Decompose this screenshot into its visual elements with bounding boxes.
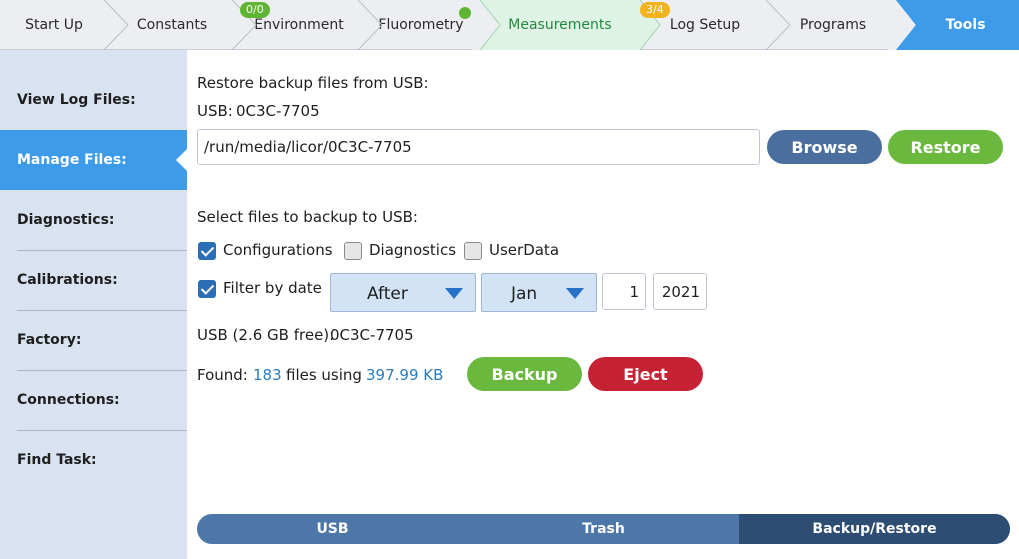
sidebar-item-label: Find Task:	[17, 452, 97, 468]
usb-free-label: USB (2.6 GB free):	[197, 326, 335, 344]
year-input[interactable]	[653, 273, 707, 310]
fluorometry-status-dot-icon	[459, 7, 471, 19]
eject-button[interactable]: Eject	[588, 357, 703, 391]
sidebar-item-calibrations[interactable]: Calibrations:	[0, 250, 187, 310]
configurations-checkbox[interactable]	[198, 242, 216, 260]
workflow-tab-bar: Start Up Constants Environment Fluoromet…	[0, 0, 1019, 50]
sidebar-item-label: Manage Files:	[17, 152, 127, 168]
active-item-pointer-icon	[176, 149, 187, 171]
sidebar-item-manage-files[interactable]: Manage Files:	[0, 130, 187, 190]
tab-measurements[interactable]: Measurements	[480, 0, 640, 50]
tab-programs[interactable]: Programs	[770, 0, 896, 50]
userdata-label: UserData	[489, 241, 560, 259]
tab-trash[interactable]: Trash	[468, 514, 739, 544]
tab-label: Fluorometry	[378, 17, 464, 33]
tab-constants[interactable]: Constants	[108, 0, 236, 50]
backup-button[interactable]: Backup	[467, 357, 582, 391]
sidebar-item-find-task[interactable]: Find Task:	[0, 430, 187, 490]
restore-usb-id: 0C3C-7705	[236, 102, 320, 120]
sidebar-item-label: Connections:	[17, 392, 120, 408]
backup-button-label: Backup	[491, 364, 558, 384]
filter-by-date-label: Filter by date	[223, 279, 322, 297]
tab-tools[interactable]: Tools	[896, 0, 1019, 50]
sidebar-item-label: View Log Files:	[17, 92, 136, 108]
tab-label: Constants	[136, 17, 208, 33]
date-direction-dropdown[interactable]: After	[330, 273, 476, 312]
restore-usb-label: USB:	[197, 102, 233, 120]
month-dropdown[interactable]: Jan	[481, 273, 597, 312]
restore-button-label: Restore	[910, 137, 981, 157]
filter-by-date-checkbox[interactable]	[198, 280, 216, 298]
day-input[interactable]	[602, 273, 646, 310]
sidebar-item-connections[interactable]: Connections:	[0, 370, 187, 430]
sidebar-item-label: Factory:	[17, 332, 82, 348]
usb-free-id: 0C3C-7705	[330, 326, 414, 344]
tab-label: Log Setup	[669, 17, 741, 33]
restore-heading: Restore backup files from USB:	[197, 74, 429, 92]
date-direction-value: After	[367, 284, 408, 304]
diagnostics-label: Diagnostics	[369, 241, 457, 259]
sidebar-item-factory[interactable]: Factory:	[0, 310, 187, 370]
diagnostics-checkbox[interactable]	[344, 242, 362, 260]
log-setup-status-badge: 3/4	[640, 2, 670, 18]
tab-label: Programs	[799, 17, 867, 33]
backup-heading: Select files to backup to USB:	[197, 208, 418, 226]
tab-label: Measurements	[508, 17, 612, 33]
browse-button[interactable]: Browse	[767, 130, 882, 164]
tab-label: Start Up	[25, 17, 83, 33]
sidebar-item-diagnostics[interactable]: Diagnostics:	[0, 190, 187, 250]
sidebar-item-label: Calibrations:	[17, 272, 118, 288]
month-value: Jan	[511, 284, 538, 304]
files-using-label: files using	[286, 366, 362, 384]
tab-start-up[interactable]: Start Up	[0, 0, 108, 50]
userdata-checkbox[interactable]	[464, 242, 482, 260]
tab-backup-restore[interactable]: Backup/Restore	[739, 514, 1010, 544]
found-count: 183	[253, 366, 282, 384]
tab-label: Backup/Restore	[812, 521, 937, 537]
tab-label: Trash	[582, 521, 625, 537]
chevron-down-icon	[566, 288, 584, 299]
restore-path-input[interactable]	[197, 129, 760, 165]
sidebar-item-label: Diagnostics:	[17, 212, 115, 228]
tab-label: Environment	[254, 17, 344, 33]
eject-button-label: Eject	[623, 364, 668, 384]
tab-label: Tools	[945, 17, 986, 33]
configurations-label: Configurations	[223, 241, 333, 259]
found-size: 397.99 KB	[366, 366, 444, 384]
sidebar-item-view-log-files[interactable]: View Log Files:	[0, 70, 187, 130]
found-label: Found:	[197, 366, 248, 384]
sidebar: View Log Files: Manage Files: Diagnostic…	[0, 50, 187, 559]
tab-label: USB	[316, 521, 349, 537]
restore-button[interactable]: Restore	[888, 130, 1003, 164]
browse-button-label: Browse	[791, 137, 858, 157]
tab-usb[interactable]: USB	[197, 514, 468, 544]
environment-status-badge: 0/0	[240, 2, 270, 18]
chevron-down-icon	[445, 288, 463, 299]
bottom-segmented-tabs: USB Trash Backup/Restore	[197, 514, 1010, 544]
